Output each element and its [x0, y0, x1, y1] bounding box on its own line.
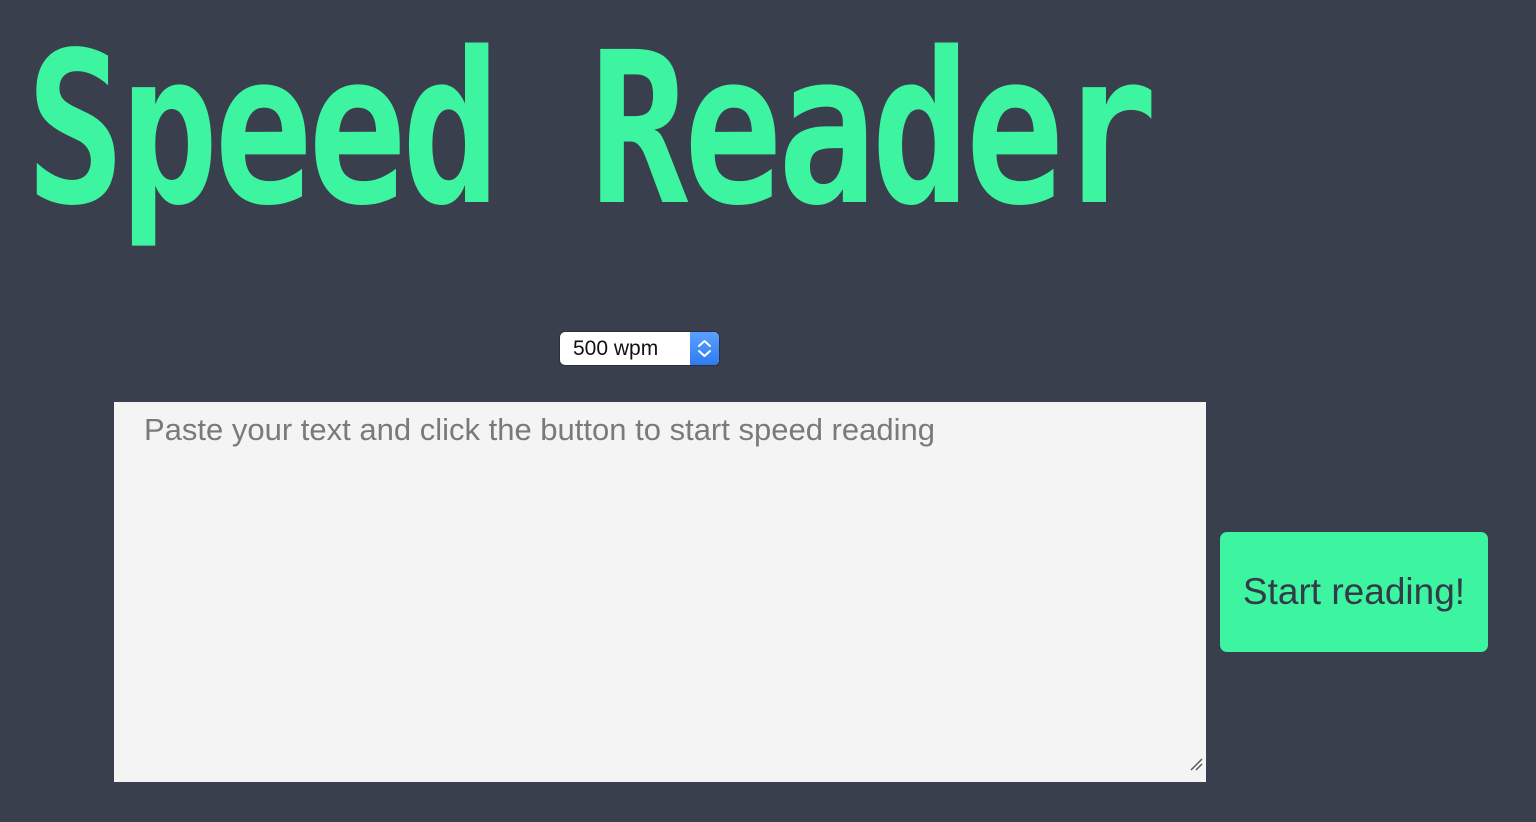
resize-handle[interactable]	[1189, 743, 1203, 779]
speed-select-value: 500 wpm	[573, 337, 659, 360]
chevron-updown-icon	[698, 340, 711, 357]
text-input[interactable]: Paste your text and click the button to …	[114, 402, 1206, 782]
page-title: Speed Reader	[26, 7, 1158, 252]
resize-grip-icon	[1190, 758, 1203, 771]
start-reading-button[interactable]: Start reading!	[1220, 532, 1488, 652]
select-stepper[interactable]	[690, 332, 719, 365]
speed-select[interactable]: 500 wpm	[560, 332, 719, 365]
text-input-placeholder: Paste your text and click the button to …	[144, 412, 935, 447]
